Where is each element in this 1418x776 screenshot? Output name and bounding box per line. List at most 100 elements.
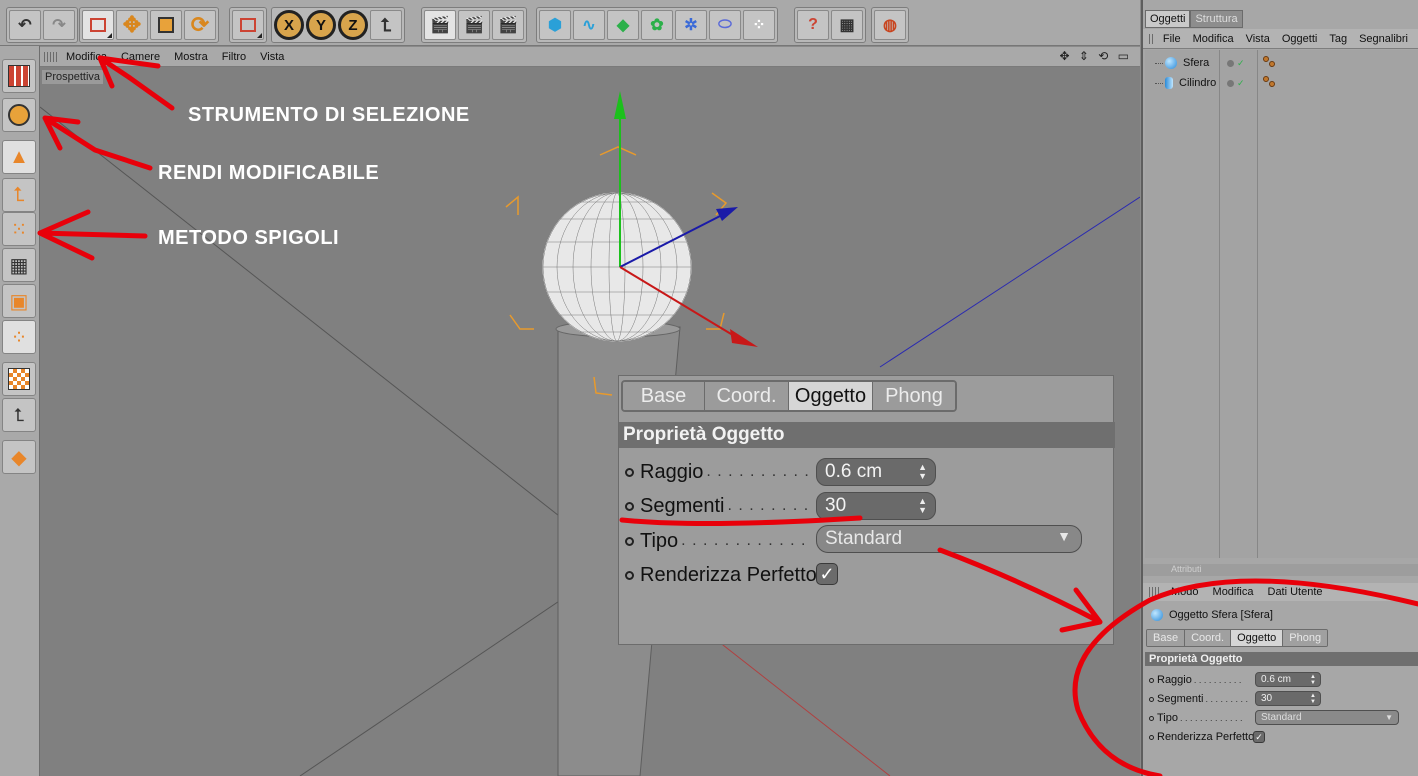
object-row-cilindro[interactable]: Cilindro bbox=[1155, 74, 1216, 92]
overlay-tab-phong[interactable]: Phong bbox=[873, 382, 955, 410]
viewport-camera-label[interactable]: Prospettiva bbox=[42, 70, 104, 84]
undo-button[interactable]: ↶ bbox=[9, 10, 41, 40]
animate-dot-icon[interactable] bbox=[1149, 677, 1154, 683]
stepper-arrows-icon[interactable]: ▲ ▼ bbox=[1310, 674, 1316, 686]
tab-phong[interactable]: Phong bbox=[1283, 630, 1328, 646]
move-icon: ✥ bbox=[122, 12, 142, 37]
nurbs-button[interactable]: ◆ bbox=[607, 10, 639, 40]
edges-mode-button[interactable]: ▦ bbox=[2, 248, 36, 282]
redo-button[interactable]: ↷ bbox=[43, 10, 75, 40]
menu-vista[interactable]: Vista bbox=[260, 51, 284, 63]
layout-button[interactable] bbox=[2, 59, 36, 93]
animate-dot-icon[interactable] bbox=[625, 501, 634, 511]
render-picture-viewer-button[interactable]: 🎬 bbox=[458, 10, 490, 40]
z-axis-lock-button[interactable]: Z bbox=[338, 10, 368, 40]
overlay-raggio-input[interactable]: 0.6 cm ▲ ▼ bbox=[816, 458, 936, 486]
camera-button[interactable]: ⁘ bbox=[743, 10, 775, 40]
viewport-nav-icons[interactable]: ✥ ⇕ ⟲ ▭ bbox=[1059, 49, 1132, 63]
visibility-dot-icon[interactable] bbox=[1227, 80, 1234, 87]
deformer-button[interactable]: ✲ bbox=[675, 10, 707, 40]
overlay-segmenti-input[interactable]: 30 ▲ ▼ bbox=[816, 492, 936, 520]
menu-mostra[interactable]: Mostra bbox=[174, 51, 208, 63]
renderizza-checkbox[interactable]: ✓ bbox=[1253, 731, 1265, 743]
rotate-tool-button[interactable]: ⟳ bbox=[184, 10, 216, 40]
tab-coord[interactable]: Coord. bbox=[1185, 630, 1232, 646]
overlay-renderizza-checkbox[interactable]: ✓ bbox=[816, 563, 838, 585]
om-menu-modifica[interactable]: Modifica bbox=[1193, 33, 1234, 45]
object-row-sfera[interactable]: Sfera bbox=[1155, 54, 1209, 72]
overlay-tipo-dropdown[interactable]: Standard ▼ bbox=[816, 525, 1082, 553]
texture-mode-button[interactable] bbox=[2, 362, 36, 396]
om-menu-file[interactable]: File bbox=[1163, 33, 1181, 45]
workplane-button[interactable]: ◆ bbox=[2, 440, 36, 474]
check-icon[interactable]: ✓ bbox=[1237, 78, 1245, 89]
spline-button[interactable]: ∿ bbox=[573, 10, 605, 40]
segmenti-input[interactable]: 30 ▲ ▼ bbox=[1255, 691, 1321, 706]
deformer-icon: ✲ bbox=[684, 17, 698, 34]
polygons-mode-button[interactable]: ▣ bbox=[2, 284, 36, 318]
om-menu-tag[interactable]: Tag bbox=[1329, 33, 1347, 45]
overlay-segmenti-label: Segmenti bbox=[640, 494, 725, 517]
stepper-arrows-icon[interactable]: ▲ ▼ bbox=[918, 497, 927, 515]
model-mode-button[interactable]: ▲ bbox=[2, 140, 36, 174]
stepper-arrows-icon[interactable]: ▲ ▼ bbox=[1310, 693, 1316, 705]
tab-oggetto[interactable]: Oggetto bbox=[1231, 630, 1284, 646]
om-menu-segnalibri[interactable]: Segnalibri bbox=[1359, 33, 1408, 45]
am-menu-dati-utente[interactable]: Dati Utente bbox=[1268, 586, 1323, 598]
om-menu-oggetti[interactable]: Oggetti bbox=[1282, 33, 1317, 45]
info-table-button[interactable]: ▦ bbox=[831, 10, 863, 40]
array-button[interactable]: ✿ bbox=[641, 10, 673, 40]
overlay-tab-base[interactable]: Base bbox=[623, 382, 705, 410]
menu-modifica[interactable]: Modifica bbox=[66, 51, 107, 63]
material-tag-icon[interactable] bbox=[1263, 76, 1277, 88]
animate-dot-icon[interactable] bbox=[1149, 734, 1154, 740]
check-icon[interactable]: ✓ bbox=[1237, 58, 1245, 69]
material-tag-icon[interactable] bbox=[1263, 56, 1277, 68]
visibility-toggles[interactable]: ✓ bbox=[1227, 78, 1245, 89]
z-axis-arrow bbox=[716, 207, 738, 221]
texture-axis-button[interactable]: ⮤ bbox=[2, 398, 36, 432]
visibility-toggles[interactable]: ✓ bbox=[1227, 58, 1245, 69]
coordinate-system-button[interactable]: ⮤ bbox=[370, 10, 402, 40]
animate-dot-icon[interactable] bbox=[625, 570, 634, 580]
move-tool-button[interactable]: ✥ bbox=[116, 10, 148, 40]
x-axis-lock-button[interactable]: X bbox=[274, 10, 304, 40]
render-view-button[interactable]: 🎬 bbox=[424, 10, 456, 40]
render-settings-button[interactable]: 🎬 bbox=[492, 10, 524, 40]
segmenti-value: 30 bbox=[1261, 693, 1273, 704]
selection-tool-button[interactable] bbox=[82, 10, 114, 40]
menu-camere[interactable]: Camere bbox=[121, 51, 160, 63]
tab-oggetti[interactable]: Oggetti bbox=[1145, 10, 1191, 28]
object-axis-button[interactable]: ⮤ bbox=[2, 178, 36, 212]
stepper-arrows-icon[interactable]: ▲ ▼ bbox=[918, 463, 927, 481]
raggio-input[interactable]: 0.6 cm ▲ ▼ bbox=[1255, 672, 1321, 687]
visibility-dot-icon[interactable] bbox=[1227, 60, 1234, 67]
uv-mode-button[interactable]: ⁘ bbox=[2, 320, 36, 354]
recent-tool-button[interactable] bbox=[232, 10, 264, 40]
points-mode-icon: ⁙ bbox=[10, 218, 28, 241]
cylinder-icon bbox=[1165, 77, 1173, 89]
tipo-dropdown[interactable]: Standard ▼ bbox=[1255, 710, 1399, 725]
overlay-tab-oggetto[interactable]: Oggetto bbox=[789, 382, 873, 410]
tab-base[interactable]: Base bbox=[1147, 630, 1186, 646]
tab-struttura[interactable]: Struttura bbox=[1190, 10, 1243, 28]
tipo-label: Tipo bbox=[1157, 712, 1178, 724]
animate-dot-icon[interactable] bbox=[1149, 715, 1154, 721]
am-menu-modifica[interactable]: Modifica bbox=[1213, 586, 1254, 598]
om-menu-vista[interactable]: Vista bbox=[1246, 33, 1270, 45]
help-button[interactable]: ? bbox=[797, 10, 829, 40]
am-menu-modo[interactable]: Modo bbox=[1171, 586, 1199, 598]
menu-filtro[interactable]: Filtro bbox=[222, 51, 246, 63]
animate-dot-icon[interactable] bbox=[1149, 696, 1154, 702]
scale-tool-button[interactable] bbox=[150, 10, 182, 40]
animate-dot-icon[interactable] bbox=[625, 467, 634, 477]
make-editable-button[interactable] bbox=[2, 98, 36, 132]
web-button[interactable]: ◍ bbox=[874, 10, 906, 40]
overlay-tab-coord[interactable]: Coord. bbox=[705, 382, 789, 410]
animate-dot-icon[interactable] bbox=[625, 536, 634, 546]
cube-button[interactable]: ⬢ bbox=[539, 10, 571, 40]
overlay-tabs: Base Coord. Oggetto Phong bbox=[621, 380, 957, 412]
environment-button[interactable]: ⬭ bbox=[709, 10, 741, 40]
y-axis-lock-button[interactable]: Y bbox=[306, 10, 336, 40]
points-mode-button[interactable]: ⁙ bbox=[2, 212, 36, 246]
